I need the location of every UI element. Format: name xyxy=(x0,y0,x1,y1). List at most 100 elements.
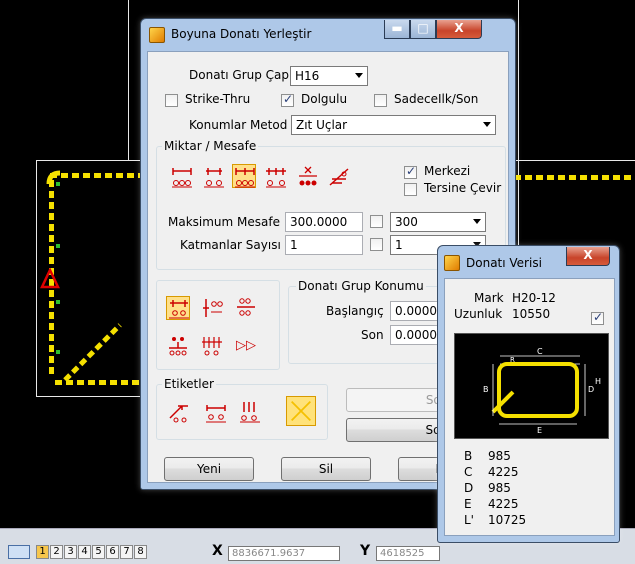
minimize-button[interactable]: ▬ xyxy=(384,20,410,39)
info-title: Donatı Verisi xyxy=(466,256,542,270)
view-tab-7[interactable]: 7 xyxy=(120,545,133,559)
uzunluk-label: Uzunluk xyxy=(454,307,503,321)
tersine-cevir-checkbox[interactable] xyxy=(404,183,417,196)
dialog-titlebar[interactable]: Boyuna Donatı Yerleştir ▬ □ X xyxy=(141,19,515,49)
cad-vline-2 xyxy=(128,0,129,160)
green-marker xyxy=(56,350,60,354)
forward-icon[interactable]: ▷▷ xyxy=(234,334,258,358)
place-top-icon[interactable] xyxy=(166,296,190,320)
maximize-button[interactable]: □ xyxy=(410,20,436,39)
svg-text:H: H xyxy=(595,377,601,386)
cad-border-bottom xyxy=(36,396,146,397)
info-close-button[interactable]: X xyxy=(566,247,610,266)
spacing-between-icon[interactable] xyxy=(232,164,256,188)
spacing-fixed-icon[interactable] xyxy=(170,165,194,189)
dim-e-label: E xyxy=(464,497,472,511)
sadece-ilk-son-checkbox[interactable] xyxy=(374,94,387,107)
dolgulu-checkbox[interactable] xyxy=(281,92,294,107)
max-mesafe-label: Maksimum Mesafe xyxy=(168,215,280,229)
dim-d-label: D xyxy=(464,481,474,495)
place-center-icon[interactable] xyxy=(166,334,190,358)
place-stack-icon[interactable] xyxy=(234,296,258,320)
view-tab-8[interactable]: 8 xyxy=(134,545,147,559)
app-icon xyxy=(149,27,165,43)
green-marker xyxy=(56,244,60,248)
katman-checkbox[interactable] xyxy=(370,238,383,251)
etiketler-label: Etiketler xyxy=(162,377,216,391)
strike-thru-label: Strike-Thru xyxy=(185,92,251,106)
info-app-icon xyxy=(444,255,460,271)
konum-metod-select[interactable]: Zıt Uçlar xyxy=(291,115,496,135)
yeni-button[interactable]: Yeni xyxy=(164,457,254,481)
view-tab-6[interactable]: 6 xyxy=(106,545,119,559)
place-grid-icon[interactable] xyxy=(200,334,224,358)
view-tab-5[interactable]: 5 xyxy=(92,545,105,559)
rebar-top-left xyxy=(50,173,146,178)
katman-input[interactable]: 1 xyxy=(285,235,363,255)
katman-label: Katmanlar Sayısı xyxy=(180,238,281,252)
spacing-split-icon[interactable] xyxy=(264,165,288,189)
slope-icon[interactable] xyxy=(328,165,352,189)
view-tab-3[interactable]: 3 xyxy=(64,545,77,559)
dim-c-label: C xyxy=(464,465,473,479)
merkezi-label: Merkezi xyxy=(424,164,471,178)
sadece-ilk-son-label: SadeceIlk/Son xyxy=(394,92,479,106)
label-text-icon[interactable] xyxy=(238,400,262,424)
info-titlebar[interactable]: Donatı Verisi X xyxy=(438,246,619,276)
merkezi-checkbox[interactable] xyxy=(404,164,417,179)
x-coord-label: X xyxy=(212,543,223,559)
son-label: Son xyxy=(361,328,384,342)
cad-vline xyxy=(518,0,519,260)
spacing-count-icon[interactable] xyxy=(296,165,320,189)
place-side-icon[interactable] xyxy=(200,296,224,320)
green-marker xyxy=(56,182,60,186)
dim-b-label: B xyxy=(464,449,473,463)
max-mesafe-checkbox[interactable] xyxy=(370,215,383,228)
y-coord-label: Y xyxy=(360,543,371,559)
info-body: Mark H20-12 Uzunluk 10550 C B D E H R B … xyxy=(444,278,615,536)
sil-button[interactable]: Sil xyxy=(281,457,371,481)
baslangic-label: Başlangıç xyxy=(326,304,384,318)
view-tab-4[interactable]: 4 xyxy=(78,545,91,559)
label-dim-icon[interactable] xyxy=(204,400,228,424)
dim-c-value: 4225 xyxy=(488,465,519,479)
dim-d-value: 985 xyxy=(488,481,511,495)
rebar-top-right xyxy=(514,175,635,180)
dim-e-value: 4225 xyxy=(488,497,519,511)
rebar-hook xyxy=(63,323,122,382)
svg-text:C: C xyxy=(537,347,543,356)
dim-b-value: 985 xyxy=(488,449,511,463)
dim-l-label: L' xyxy=(464,513,474,527)
view-tab-2[interactable]: 2 xyxy=(50,545,63,559)
mark-label: Mark xyxy=(474,291,504,305)
dolgulu-label: Dolgulu xyxy=(301,92,348,106)
view-tab-1[interactable]: 1 xyxy=(36,545,49,559)
max-mesafe-input[interactable]: 300.0000 xyxy=(285,212,363,232)
label-arrow-icon[interactable] xyxy=(168,400,192,424)
svg-text:E: E xyxy=(537,426,542,435)
uzunluk-checkbox[interactable] xyxy=(591,310,604,325)
group-cap-label: Donatı Grup Çap xyxy=(189,68,290,82)
warning-marker-icon[interactable] xyxy=(40,268,60,290)
miktar-mesafe-label: Miktar / Mesafe xyxy=(162,139,259,153)
tersine-cevir-label: Tersine Çevir xyxy=(424,181,502,195)
svg-text:R: R xyxy=(510,356,515,364)
x-coord-field[interactable]: 8836671.9637 xyxy=(228,546,340,561)
cad-border-left xyxy=(36,160,37,396)
view-icon[interactable] xyxy=(8,545,30,559)
y-coord-field[interactable]: 4618525 xyxy=(376,546,440,561)
label-none-icon[interactable] xyxy=(286,396,316,426)
donati-verisi-dialog: Donatı Verisi X Mark H20-12 Uzunluk 1055… xyxy=(437,245,620,543)
spacing-ends-icon[interactable] xyxy=(202,165,226,189)
svg-text:B: B xyxy=(483,385,489,394)
mark-value: H20-12 xyxy=(512,291,556,305)
close-button[interactable]: X xyxy=(436,20,482,39)
strike-thru-checkbox[interactable] xyxy=(165,94,178,107)
max-mesafe-select[interactable]: 300 xyxy=(390,212,486,232)
konum-group-label: Donatı Grup Konumu xyxy=(296,279,426,293)
dialog-title: Boyuna Donatı Yerleştir xyxy=(171,27,312,41)
group-cap-select[interactable]: H16 xyxy=(290,66,368,86)
rebar-shape-image: C B D E H R xyxy=(454,333,609,439)
konum-metod-label: Konumlar Metod xyxy=(189,118,288,132)
uzunluk-value: 10550 xyxy=(512,307,551,321)
